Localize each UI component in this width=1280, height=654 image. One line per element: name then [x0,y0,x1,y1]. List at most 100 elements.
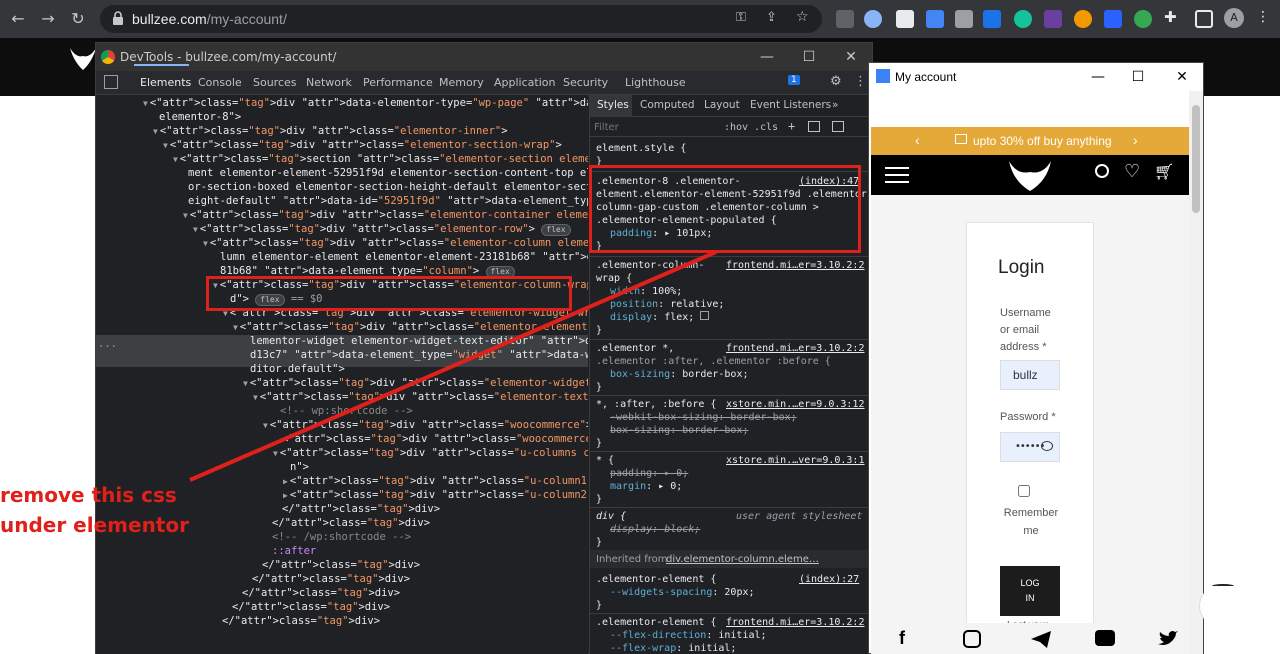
rule4-source-link[interactable]: xstore.min.…er=9.0.3:12 [726,398,864,411]
expand-triangle-icon[interactable]: ▼ [263,421,268,430]
reload-icon[interactable]: ↻ [68,9,88,29]
profile-avatar[interactable]: A [1224,8,1244,28]
extension-counter-icon[interactable] [1044,10,1062,28]
expand-triangle-icon[interactable]: ▶ [283,477,288,486]
rule2-decl-display[interactable]: display: flex; [610,311,710,324]
tab-security[interactable]: Security [563,76,608,89]
rule7-decl-widgets-spacing[interactable]: --widgets-spacing: 20px; [610,586,755,599]
close-icon[interactable]: ✕ [840,47,862,67]
tab-application[interactable]: Application [494,76,555,89]
site-logo-icon[interactable] [1007,159,1053,193]
dom-line[interactable]: ▼ <"attr">class="tag">div "attr">class="e… [203,236,588,251]
dom-line[interactable]: ▼ <"attr">class="tag">div "attr">class="e… [233,320,588,335]
dom-line[interactable]: </"attr">class="tag">div> [282,502,440,516]
dom-line[interactable]: or-section-boxed elementor-section-heigh… [188,180,588,194]
expand-triangle-icon[interactable]: ▼ [173,155,178,164]
tab-lighthouse[interactable]: Lighthouse [625,76,686,89]
dom-line[interactable]: ▼ <"attr">class="tag">div "attr">class="e… [253,390,588,405]
dom-line[interactable]: </"attr">class="tag">div> [252,572,410,586]
dom-line[interactable]: lumn elementor-element elementor-element… [220,250,588,264]
dom-line[interactable]: elementor-8"> [159,110,241,124]
dom-line[interactable]: ▼ <"attr">class="tag">div "attr">class="u… [273,446,588,461]
rule2-decl-width[interactable]: width: 100%; [610,285,682,298]
rule7-source-link[interactable]: (index):27 [799,573,859,586]
dom-line[interactable]: ▼ <"attr">class="tag">div "attr">data-ele… [143,96,588,111]
dom-line[interactable]: ▶ <"attr">class="tag">div "attr">class="u… [283,474,588,489]
hamburger-menu-icon[interactable] [885,167,909,169]
dom-line[interactable]: d13c7" "attr">data-element_type="widget"… [250,348,588,362]
styles-filter-input[interactable] [594,120,714,134]
new-rule-plus-icon[interactable]: + [788,120,795,133]
extension-translate-icon[interactable] [926,10,944,28]
share-icon[interactable]: ⇪ [766,10,777,25]
tab-memory[interactable]: Memory [439,76,484,89]
rule3-source-link[interactable]: frontend.mi…er=3.10.2:2 [726,342,864,355]
dom-line[interactable]: ::after [272,544,316,558]
rule8-source-link[interactable]: frontend.mi…er=3.10.2:2 [726,616,864,629]
expand-triangle-icon[interactable]: ▼ [203,239,208,248]
dom-line[interactable]: ▼ <"attr">class="tag">div "attr">class="e… [193,222,571,237]
toggle-print-icon[interactable] [808,121,820,132]
row-ellipsis-icon[interactable]: ··· [98,340,117,354]
dom-line[interactable]: n"> [290,460,309,474]
more-options-icon[interactable]: ⋮ [854,74,867,89]
rule5-decl-padding[interactable]: padding: ▸ 0; [610,467,688,480]
dom-line[interactable]: ▶ <"attr">class="tag">div "attr">class="u… [283,488,588,503]
extension-cast-icon[interactable] [896,10,914,28]
rule4-decl-box-sizing[interactable]: box-sizing: border-box; [610,424,749,437]
extensions-puzzle-icon[interactable]: ✚ [1164,8,1177,26]
dom-line[interactable]: ▼ <"attr">class="tag">div "attr">class="e… [163,138,562,153]
expand-triangle-icon[interactable]: ▼ [163,141,168,150]
dom-line[interactable]: </"attr">class="tag">div> [232,600,390,614]
inspect-element-icon[interactable] [104,75,118,89]
facebook-icon[interactable]: f [899,628,905,649]
bookmark-star-icon[interactable]: ☆ [796,9,809,25]
dom-line[interactable]: <"attr">class="tag">div "attr">class="wo… [282,432,588,446]
toggle-sidebar-icon[interactable] [832,121,844,132]
dom-line[interactable]: </"attr">class="tag">div> [222,614,380,628]
dom-line[interactable]: </"attr">class="tag">div> [272,516,430,530]
promo-next-icon[interactable]: › [1133,132,1138,148]
wishlist-heart-icon[interactable]: ♡ [1124,161,1140,182]
rule5-decl-margin[interactable]: margin: ▸ 0; [610,480,682,493]
telegram-icon[interactable] [1031,631,1051,648]
expand-triangle-icon[interactable]: ▼ [233,323,238,332]
rule3-decl-box-sizing[interactable]: box-sizing: border-box; [610,368,749,381]
expand-triangle-icon[interactable]: ▼ [193,225,198,234]
issues-badge[interactable]: 1 [788,75,800,85]
hov-toggle[interactable]: :hov [724,121,748,134]
search-icon[interactable] [1095,164,1109,178]
login-button[interactable]: LOG IN [1000,566,1060,616]
settings-gear-icon[interactable]: ⚙ [830,74,842,89]
dom-line[interactable]: ▼ <"attr">class="tag">section "attr">clas… [173,152,588,167]
subtab-event-listeners[interactable]: Event Listeners [750,99,831,111]
expand-triangle-icon[interactable]: ▼ [273,449,278,458]
dom-line[interactable]: ▼ <"attr">class="tag">div "attr">class="w… [263,418,588,433]
subtab-computed[interactable]: Computed [640,99,695,111]
extension-leaf-icon[interactable] [1134,10,1152,28]
expand-triangle-icon[interactable]: ▼ [253,393,258,402]
side-panel-icon[interactable] [1195,10,1213,28]
subtab-styles[interactable]: Styles [597,99,629,111]
password-input[interactable]: •••••• [1000,432,1060,462]
dom-line[interactable]: ▼ <"attr">class="tag">div "attr">class="e… [183,208,588,223]
dom-line[interactable]: ditor.default"> [250,362,345,376]
more-subtabs-icon[interactable]: » [832,99,838,111]
extension-new-icon[interactable] [983,10,1001,28]
tab-sources[interactable]: Sources [253,76,297,89]
expand-triangle-icon[interactable]: ▼ [183,211,188,220]
subtab-layout[interactable]: Layout [704,99,740,111]
expand-triangle-icon[interactable]: ▼ [143,99,148,108]
cart-icon[interactable]: 🛒︎ [1154,162,1174,181]
rule2-source-link[interactable]: frontend.mi…er=3.10.2:2 [726,259,864,272]
rule8-decl-flex-wrap[interactable]: --flex-wrap: initial; [610,642,736,654]
dom-line[interactable]: ▼ <"attr">class="tag">div "attr">class="e… [243,376,588,391]
cls-toggle[interactable]: .cls [754,121,778,134]
preview-maximize-icon[interactable]: ☐ [1127,67,1149,87]
youtube-icon[interactable] [1095,630,1115,646]
elements-dom-tree[interactable]: ··· ▼ <"attr">class="tag">div "attr">data… [96,95,588,654]
instagram-icon[interactable] [963,630,981,648]
extension-video-icon[interactable] [1104,10,1122,28]
minimize-icon[interactable]: — [756,47,778,67]
username-input[interactable] [1000,360,1060,390]
